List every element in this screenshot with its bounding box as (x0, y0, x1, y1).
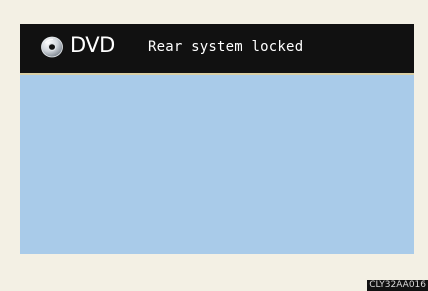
header-bar: DVD Rear system locked (20, 24, 414, 75)
status-message: Rear system locked (148, 39, 304, 55)
image-code: CLY32AA016 (367, 280, 428, 291)
display-screen: DVD Rear system locked (20, 24, 414, 254)
disc-icon (41, 36, 63, 58)
source-label: DVD (70, 33, 115, 57)
video-area (20, 75, 414, 254)
